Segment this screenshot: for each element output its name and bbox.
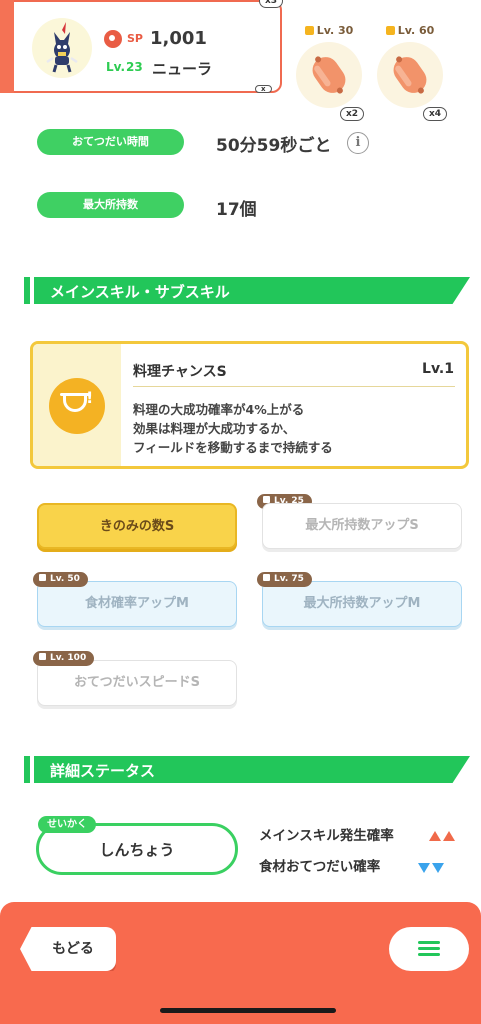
lock-icon	[385, 26, 395, 35]
sub-skill-3[interactable]: 食材確率アップM	[37, 581, 237, 627]
max-carry-value: 17個	[216, 200, 257, 220]
card-stripe	[0, 0, 14, 93]
sp-value: 1,001	[150, 28, 207, 49]
sausage-icon	[312, 56, 346, 94]
lock-icon	[263, 574, 270, 581]
level-label: Lv.	[106, 60, 126, 74]
ingredient-lv-label: Lv. 60	[397, 24, 435, 37]
main-skill-description: 料理の大成功確率が4%上がる 効果は料理が大成功するか、 フィールドを移動するま…	[133, 402, 333, 455]
details-section-header: 詳細ステータス	[24, 756, 470, 783]
cooking-pot-icon: !	[49, 378, 105, 434]
sausage-icon	[393, 56, 427, 94]
pokemon-avatar	[32, 18, 92, 78]
section-title: メインスキル・サブスキル	[50, 283, 230, 301]
sp-icon	[104, 30, 122, 48]
lock-icon	[39, 653, 46, 660]
level-value: 23	[126, 60, 143, 74]
ingredient-count: x3	[259, 0, 284, 8]
divider	[133, 386, 455, 387]
info-icon[interactable]: i	[347, 132, 369, 154]
sub-skill-2[interactable]: 最大所持数アップS	[262, 503, 462, 549]
menu-button[interactable]	[389, 927, 469, 971]
max-carry-label: 最大所持数	[37, 192, 184, 218]
sub-skill-lv-tag: Lv. 75	[257, 572, 312, 587]
lock-icon	[39, 574, 46, 581]
main-skill-card[interactable]: ! 料理チャンスS Lv.1 料理の大成功確率が4%上がる 効果は料理が大成功す…	[30, 341, 469, 469]
nature-up-label: メインスキル発生確率	[259, 828, 394, 844]
ingredient-circle	[377, 42, 443, 108]
help-time-value: 50分59秒ごと	[216, 136, 332, 156]
nature-down-icon	[418, 858, 446, 877]
sub-skill-5[interactable]: おてつだいスピードS	[37, 660, 237, 706]
ingredient-slot-lv30[interactable]: Lv. 30 x2	[296, 24, 365, 121]
sub-skill-4[interactable]: 最大所持数アップM	[262, 581, 462, 627]
sp-label: SP	[127, 32, 143, 45]
ingredient-slot-lv60[interactable]: Lv. 60 x4	[377, 24, 448, 121]
home-indicator[interactable]	[160, 1008, 336, 1013]
sneasel-icon	[46, 22, 78, 73]
sub-skill-lv-tag: Lv. 50	[33, 572, 88, 587]
menu-icon	[418, 941, 440, 944]
nature-value: しんちょう	[99, 841, 175, 859]
lock-icon	[304, 26, 314, 35]
back-button[interactable]: もどる	[20, 927, 116, 971]
lock-icon	[263, 496, 270, 503]
section-title: 詳細ステータス	[50, 762, 156, 780]
nature-up-icon	[429, 826, 457, 845]
ingredient-count-partial: x	[255, 85, 272, 93]
ingredient-count: x2	[340, 107, 365, 121]
sub-skill-lv-tag: Lv. 100	[33, 651, 95, 666]
help-time-label: おてつだい時間	[37, 129, 184, 155]
nature-tag: せいかく	[38, 816, 96, 833]
ingredient-circle	[296, 42, 362, 108]
ingredient-lv-label: Lv. 30	[316, 24, 354, 37]
pokemon-name: ニューラ	[152, 60, 213, 78]
main-skill-name: 料理チャンスS	[133, 364, 227, 380]
sub-skill-1[interactable]: きのみの数S	[37, 503, 237, 549]
nature-down-label: 食材おてつだい確率	[259, 859, 381, 875]
main-skill-level: Lv.1	[422, 361, 454, 377]
skills-section-header: メインスキル・サブスキル	[24, 277, 470, 304]
ingredient-count: x4	[423, 107, 448, 121]
